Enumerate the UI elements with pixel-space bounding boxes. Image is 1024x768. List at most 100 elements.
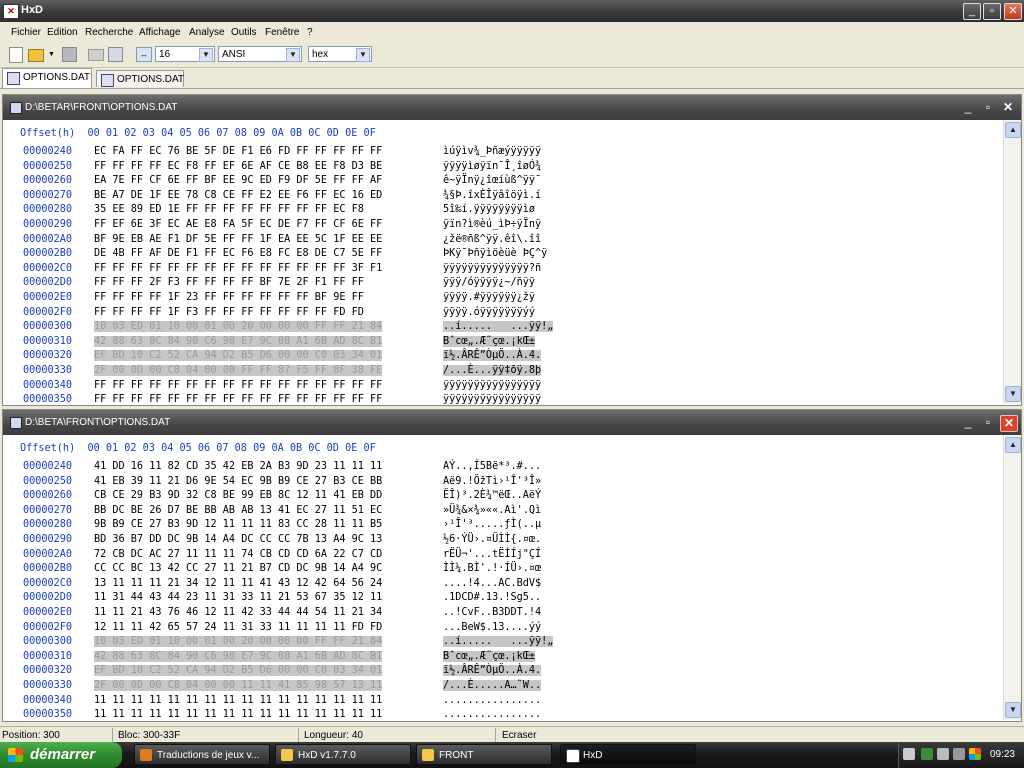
- menu-fichier[interactable]: Fichier: [11, 27, 41, 38]
- panel-maximize-button[interactable]: ▫: [980, 415, 996, 430]
- row-ascii[interactable]: ÿïn?ì®èú_ìÞ÷ÿÏnÿ: [443, 219, 541, 230]
- row-hex-bytes[interactable]: 42 88 63 8C 84 90 C6 98 E7 9C 08 A1 6B A…: [94, 335, 383, 347]
- row-ascii[interactable]: ................: [443, 709, 541, 720]
- row-hex-bytes[interactable]: EA 7E FF CF 6E FF BF EE 9C ED F9 DF 5E F…: [94, 175, 382, 186]
- row-ascii[interactable]: ›¹Î'³.....ƒÌ(..µ: [443, 519, 541, 530]
- properties-icon[interactable]: [108, 47, 123, 62]
- charset-select[interactable]: ANSI ▼: [218, 46, 302, 62]
- row-hex-bytes[interactable]: FF FF FF FF FF FF FF FF FF FF FF FF FF F…: [94, 394, 382, 405]
- hex-row[interactable]: 000002D0 11 31 44 43 44 23 11 31 33 11 21…: [3, 592, 1003, 605]
- menu-affichage[interactable]: Affichage: [139, 27, 181, 38]
- row-hex-bytes[interactable]: BF 9E EB AE F1 DF 5E FF FF 1F EA EE 5C 1…: [94, 234, 382, 245]
- chevron-down-icon[interactable]: ▼: [199, 48, 213, 62]
- row-ascii[interactable]: ..!CvF..B3DDT.!4: [443, 607, 541, 618]
- row-hex-bytes[interactable]: 13 11 11 11 21 34 12 11 11 41 43 12 42 6…: [94, 578, 382, 589]
- row-hex-bytes[interactable]: BE A7 DE 1F EE 78 C8 CE FF E2 EE F6 FF E…: [94, 190, 382, 201]
- row-ascii[interactable]: /...È.....A…˜W..: [443, 680, 542, 691]
- menu-help[interactable]: ?: [307, 27, 313, 38]
- row-hex-bytes[interactable]: 11 31 44 43 44 23 11 31 33 11 21 53 67 3…: [94, 592, 382, 603]
- scroll-up-icon[interactable]: ▲: [1005, 122, 1021, 138]
- menu-outils[interactable]: Outils: [231, 27, 257, 38]
- hex-row[interactable]: 00000310 42 88 63 8C 84 90 C6 98 E7 9C 08…: [3, 650, 1003, 664]
- language-icon[interactable]: [903, 748, 915, 760]
- hex-row[interactable]: 00000320 EF BD 10 C2 52 CA 94 D2 B5 D6 00…: [3, 350, 1003, 363]
- row-ascii[interactable]: ÿÿÿÿ.#ÿÿÿÿÿÿ¿žÿ: [443, 292, 535, 303]
- hex-row[interactable]: 00000350 FF FF FF FF FF FF FF FF FF FF FF…: [3, 394, 1003, 407]
- row-hex-bytes[interactable]: 9B B9 CE 27 B3 9D 12 11 11 11 83 CC 28 1…: [94, 519, 382, 530]
- start-button[interactable]: démarrer: [0, 742, 122, 768]
- hex-row[interactable]: 00000340 11 11 11 11 11 11 11 11 11 11 11…: [3, 695, 1003, 708]
- network-icon[interactable]: [921, 748, 933, 760]
- open-dropdown-icon[interactable]: ▼: [48, 47, 55, 63]
- row-ascii[interactable]: ................: [443, 695, 541, 706]
- panel-minimize-button[interactable]: _: [960, 415, 976, 430]
- hex-row[interactable]: 00000270 BE A7 DE 1F EE 78 C8 CE FF E2 EE…: [3, 190, 1003, 203]
- row-ascii[interactable]: ÿÿÿÿ.óÿÿÿÿÿÿÿýý: [443, 307, 535, 318]
- menu-analyse[interactable]: Analyse: [189, 27, 225, 38]
- row-hex-bytes[interactable]: FF FF FF FF 1F F3 FF FF FF FF FF FF FF F…: [94, 307, 364, 318]
- hex-row[interactable]: 000002E0 11 11 21 43 76 46 12 11 42 33 44…: [3, 607, 1003, 620]
- hex-row[interactable]: 00000250 FF FF FF FF EC F8 FF EF 6E AF CE…: [3, 161, 1003, 174]
- row-hex-bytes[interactable]: 11 11 21 43 76 46 12 11 42 33 44 44 54 1…: [94, 607, 382, 618]
- row-ascii[interactable]: ìúÿìv¾_Þñæýÿÿÿÿÿ: [443, 146, 541, 157]
- row-hex-bytes[interactable]: 41 EB 39 11 21 D6 9E 54 EC 9B B9 CE 27 B…: [94, 476, 382, 487]
- scroll-down-icon[interactable]: ▼: [1005, 386, 1021, 402]
- status-mode[interactable]: Ecraser: [502, 730, 536, 741]
- panel-minimize-button[interactable]: _: [960, 100, 976, 115]
- hex-row[interactable]: 00000310 42 88 63 8C 84 90 C6 98 E7 9C 08…: [3, 335, 1003, 349]
- row-hex-bytes[interactable]: 42 88 63 8C 84 90 C6 98 E7 9C 08 A1 6B A…: [94, 650, 383, 662]
- hex-row[interactable]: 00000280 35 EE 89 ED 1E FF FF FF FF FF FF…: [3, 204, 1003, 217]
- row-hex-bytes[interactable]: FF FF FF FF FF FF FF FF FF FF FF FF FF F…: [94, 263, 382, 274]
- row-hex-bytes[interactable]: 41 DD 16 11 82 CD 35 42 EB 2A B3 9D 23 1…: [94, 461, 382, 472]
- hex-view[interactable]: Offset(h) 00 01 02 03 04 05 06 07 08 09 …: [3, 435, 1003, 720]
- row-hex-bytes[interactable]: 11 11 11 11 11 11 11 11 11 11 11 11 11 1…: [94, 695, 382, 706]
- hex-row[interactable]: 000002F0 FF FF FF FF 1F F3 FF FF FF FF FF…: [3, 307, 1003, 320]
- hex-row[interactable]: 000002A0 BF 9E EB AE F1 DF 5E FF FF 1F EA…: [3, 234, 1003, 247]
- row-ascii[interactable]: .1DCD#.13.!Sg5..: [443, 592, 541, 603]
- print-icon[interactable]: [88, 49, 104, 61]
- row-hex-bytes[interactable]: FF FF FF FF EC F8 FF EF 6E AF CE B8 EE F…: [94, 161, 382, 172]
- row-ascii[interactable]: ÿÿÿÿÿÿÿÿÿÿÿÿÿÿÿÿ: [443, 380, 541, 391]
- hex-row[interactable]: 00000330 2F 00 0D 00 C8 04 00 00 FF FF 87…: [3, 365, 1003, 378]
- minimize-button[interactable]: _: [963, 3, 981, 20]
- row-ascii[interactable]: ê~ÿÏnÿ¿îœíùß^ÿÿ¯: [443, 175, 541, 186]
- hex-row[interactable]: 00000260 EA 7E FF CF 6E FF BF EE 9C ED F9…: [3, 175, 1003, 188]
- row-hex-bytes[interactable]: BB DC BE 26 D7 BE BB AB AB 13 41 EC 27 1…: [94, 505, 382, 516]
- row-ascii[interactable]: ÿÿÿÿÿÿÿÿÿÿÿÿÿÿÿÿ: [443, 394, 541, 405]
- hex-view[interactable]: Offset(h) 00 01 02 03 04 05 06 07 08 09 …: [3, 120, 1003, 407]
- volume-icon[interactable]: [953, 748, 965, 760]
- hex-row[interactable]: 000002C0 13 11 11 11 21 34 12 11 11 41 43…: [3, 578, 1003, 591]
- hex-row[interactable]: 000002A0 72 CB DC AC 27 11 11 11 74 CB CD…: [3, 549, 1003, 562]
- taskbar-item-hxd[interactable]: HxD: [560, 744, 696, 765]
- row-hex-bytes[interactable]: FF FF FF 2F F3 FF FF FF FF BF 7E 2F F1 F…: [94, 277, 364, 288]
- window-titlebar[interactable]: ✕ HxD _ ▫ ✕: [0, 0, 1024, 22]
- panel-close-button[interactable]: ✕: [1000, 415, 1018, 432]
- menu-edition[interactable]: Edition: [47, 27, 78, 38]
- hex-row[interactable]: 00000300 10 03 ED 01 10 00 01 00 20 00 00…: [3, 636, 1003, 649]
- windows-update-icon[interactable]: [969, 748, 981, 760]
- panel-maximize-button[interactable]: ▫: [980, 100, 996, 115]
- row-ascii[interactable]: ½6·ÝÜ›.¤ÜÌÌ{.¤œ.: [443, 534, 541, 545]
- hex-row[interactable]: 00000290 BD 36 B7 DD DC 9B 14 A4 DC CC CC…: [3, 534, 1003, 547]
- row-ascii[interactable]: ï½.ÂRÊ”ÒµÖ..À.4.: [443, 665, 542, 677]
- maximize-button[interactable]: ▫: [983, 3, 1001, 20]
- hex-row[interactable]: 000002C0 FF FF FF FF FF FF FF FF FF FF FF…: [3, 263, 1003, 276]
- hex-row[interactable]: 00000300 10 03 ED 01 10 00 01 00 20 00 00…: [3, 321, 1003, 334]
- row-ascii[interactable]: AÝ..‚Í5Bë*³.#...: [443, 461, 541, 472]
- hex-row[interactable]: 00000240 EC FA FF EC 76 BE 5F DE F1 E6 FD…: [3, 146, 1003, 159]
- hex-row[interactable]: 00000250 41 EB 39 11 21 D6 9E 54 EC 9B B9…: [3, 476, 1003, 489]
- row-ascii[interactable]: 5î‰í.ÿÿÿÿÿÿÿÿìø: [443, 204, 535, 215]
- hex-row[interactable]: 00000320 EF BD 10 C2 52 CA 94 D2 B5 D6 00…: [3, 665, 1003, 678]
- bytes-per-row-select[interactable]: 16 ▼: [155, 46, 215, 62]
- row-ascii[interactable]: ....!4...AC.BdV$: [443, 578, 541, 589]
- scroll-down-icon[interactable]: ▼: [1005, 702, 1021, 718]
- taskbar-item-front-folder[interactable]: FRONT: [416, 744, 552, 765]
- row-ascii[interactable]: Aë9.!ÖžTì›¹Î'³Î»: [443, 476, 541, 487]
- hex-row[interactable]: 00000330 2F 00 0D 00 C8 04 00 00 11 11 41…: [3, 680, 1003, 693]
- offset-base-select[interactable]: hex ▼: [308, 46, 372, 62]
- row-hex-bytes[interactable]: 2F 00 0D 00 C8 04 00 00 FF FF 87 F5 FF 8…: [94, 365, 383, 376]
- row-ascii[interactable]: ÌÌ¼.BÌ'.!·ÍÜ›.¤œ: [443, 563, 541, 574]
- menu-recherche[interactable]: Recherche: [85, 27, 133, 38]
- panel-close-button[interactable]: ✕: [1000, 100, 1016, 115]
- row-ascii[interactable]: ËÎ)³.2È¾™ëŒ..AëÝ: [443, 490, 541, 501]
